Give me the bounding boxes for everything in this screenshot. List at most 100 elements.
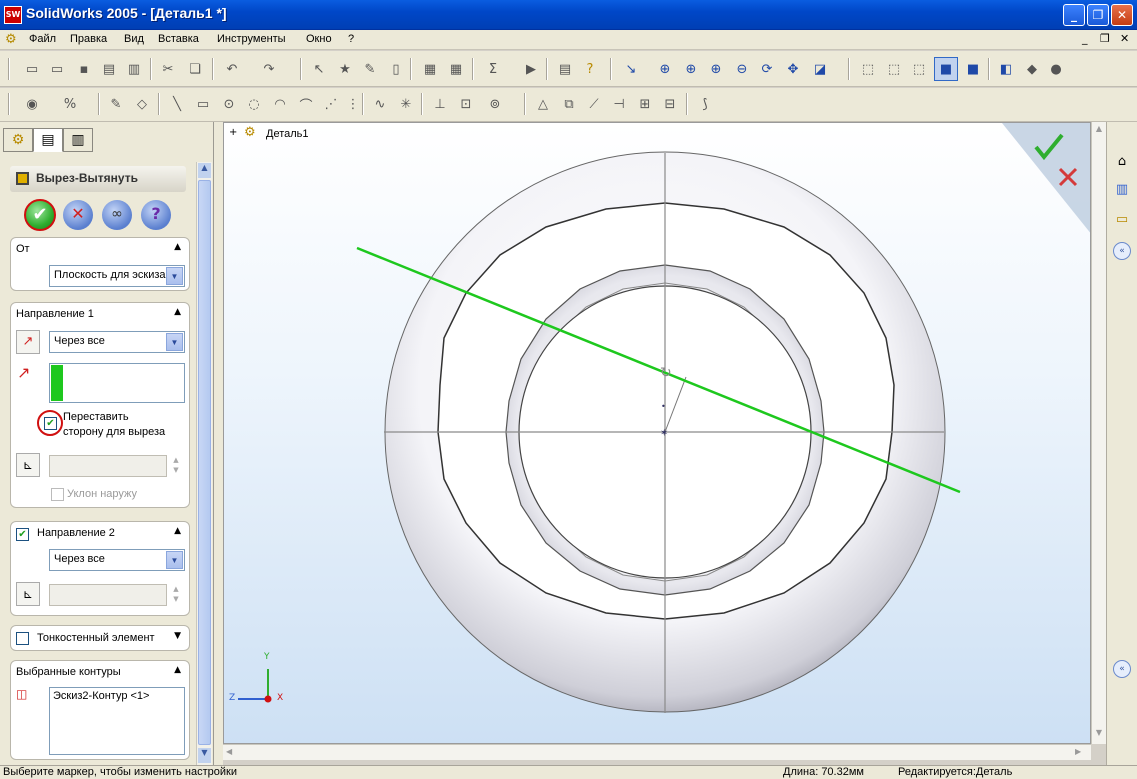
spline-icon[interactable]: ∿	[370, 94, 390, 114]
offset-icon[interactable]: ⧉	[559, 94, 579, 114]
print-icon[interactable]: ▤	[99, 59, 119, 79]
draft-angle-input[interactable]	[49, 455, 167, 477]
rotate-view-icon[interactable]: ⟳	[757, 59, 777, 79]
tab-configuration-manager[interactable]: ▥	[63, 128, 93, 152]
draft2-spinner[interactable]: ▲ ▼	[169, 584, 183, 606]
doc-restore-icon[interactable]: ❐	[1100, 32, 1110, 45]
solidworks-app-icon[interactable]: SW	[4, 6, 22, 24]
trim-icon[interactable]: ⟋	[584, 94, 604, 114]
menu-view[interactable]: Вид	[124, 33, 144, 45]
select-icon[interactable]: ↖	[309, 59, 329, 79]
copy-icon[interactable]: ❏	[185, 59, 205, 79]
folder-icon[interactable]: ▭	[1112, 212, 1132, 232]
chevron-down-icon[interactable]: ▼	[166, 267, 183, 285]
options-icon[interactable]: ▯	[386, 59, 406, 79]
hidden-lines-visible-icon[interactable]: ⬚	[884, 59, 904, 79]
contours-list[interactable]: Эскиз2-Контур <1>	[49, 687, 185, 755]
display-relations-icon[interactable]: ⊡	[456, 94, 476, 114]
properties-icon[interactable]: ▤	[555, 59, 575, 79]
zoom-fit-icon[interactable]: ⊕	[655, 59, 675, 79]
add-relation-icon[interactable]: ⊥	[430, 94, 450, 114]
draft2-angle-input[interactable]	[49, 584, 167, 606]
redo-icon[interactable]: ↷	[259, 59, 279, 79]
viewport-vertical-scrollbar[interactable]: ▲ ▼	[1091, 122, 1106, 744]
pan-icon[interactable]: ✥	[783, 59, 803, 79]
circle-icon[interactable]: ⊙	[219, 94, 239, 114]
shaded-icon[interactable]: ■	[963, 59, 983, 79]
menu-help[interactable]: ?	[348, 33, 354, 45]
menu-tools[interactable]: Инструменты	[217, 33, 286, 45]
hidden-lines-removed-icon[interactable]: ⬚	[909, 59, 929, 79]
collapse-arrow-icon[interactable]: ▲	[174, 526, 181, 536]
grid-icon[interactable]: ▦	[446, 59, 466, 79]
scroll-thumb[interactable]	[198, 180, 211, 745]
scroll-down-icon[interactable]: ▼	[198, 748, 211, 763]
chevron-down-icon[interactable]: ▼	[166, 551, 183, 569]
line-icon[interactable]: ╲	[167, 94, 187, 114]
3d-sketch-icon[interactable]: ◇	[132, 94, 152, 114]
from-select[interactable]: Плоскость для эскиза ▼	[49, 265, 185, 287]
scroll-up-icon[interactable]: ▲	[1093, 124, 1105, 136]
extend-icon[interactable]: ⊣	[609, 94, 629, 114]
scroll-down-icon[interactable]: ▼	[1093, 728, 1105, 740]
previous-view-icon[interactable]: ↘	[621, 59, 641, 79]
help-icon[interactable]: ?	[580, 59, 600, 79]
open-icon[interactable]: ▭	[47, 59, 67, 79]
doc-minimize-icon[interactable]: _	[1082, 32, 1088, 45]
rectangle-icon[interactable]: ▭	[193, 94, 213, 114]
chevron-down-icon[interactable]: ▼	[166, 333, 183, 351]
tab-property-manager[interactable]: ▤	[33, 128, 63, 152]
sketch-icon[interactable]: ✎	[360, 59, 380, 79]
print-preview-icon[interactable]: ▥	[124, 59, 144, 79]
direction-selection-box[interactable]	[49, 363, 185, 403]
tab-feature-manager[interactable]: ⚙	[3, 128, 33, 152]
convert-entities-icon[interactable]: ⟆	[695, 94, 715, 114]
cut-icon[interactable]: ✂	[158, 59, 178, 79]
draft-spinner[interactable]: ▲ ▼	[169, 455, 183, 477]
document-icon[interactable]: ⚙	[5, 32, 17, 47]
help-button[interactable]: ?	[141, 200, 171, 230]
macro-icon[interactable]: ▶	[521, 59, 541, 79]
centerpoint-arc-icon[interactable]: ◌	[244, 94, 264, 114]
splitter[interactable]	[214, 122, 223, 765]
direction2-end-condition-select[interactable]: Через все ▼	[49, 549, 185, 571]
home-icon[interactable]: ⌂	[1112, 154, 1132, 174]
direction2-checkbox[interactable]: ✔	[16, 528, 29, 541]
menu-file[interactable]: Файл	[29, 33, 56, 45]
end-condition-select[interactable]: Через все ▼	[49, 331, 185, 353]
menu-edit[interactable]: Правка	[70, 33, 107, 45]
collapse-arrow-icon[interactable]: ▲	[174, 307, 181, 317]
rebuild-icon[interactable]: ★	[335, 59, 355, 79]
model-view[interactable]: ↻ • ✶	[224, 123, 1090, 743]
circular-pattern-icon[interactable]: ⊟	[660, 94, 680, 114]
contour-list-item[interactable]: Эскиз2-Контур <1>	[50, 688, 184, 704]
fix-icon[interactable]: ⊚	[485, 94, 505, 114]
scroll-right-icon[interactable]: ▶	[1075, 747, 1081, 756]
menu-insert[interactable]: Вставка	[158, 33, 199, 45]
library-icon[interactable]: ▥	[1112, 182, 1132, 202]
new-icon[interactable]: ▭	[22, 59, 42, 79]
cancel-button[interactable]: ✕	[63, 200, 93, 230]
reverse-direction-button[interactable]: ↗	[16, 330, 40, 354]
ok-button[interactable]: ✔	[24, 199, 56, 231]
mirror-icon[interactable]: △	[533, 94, 553, 114]
centerline-icon[interactable]: ⋰	[321, 94, 341, 114]
equation-icon[interactable]: Σ	[483, 59, 503, 79]
thin-feature-checkbox[interactable]	[16, 632, 29, 645]
menu-window[interactable]: Окно	[306, 33, 332, 45]
realview-icon[interactable]: ●	[1046, 59, 1066, 79]
sketch-tool-icon[interactable]: ✎	[106, 94, 126, 114]
panel-scrollbar[interactable]: ▲ ▼	[196, 162, 212, 765]
wireframe-icon[interactable]: ⬚	[858, 59, 878, 79]
scroll-up-icon[interactable]: ▲	[198, 163, 211, 178]
collapse-arrow-icon[interactable]: ▲	[174, 665, 181, 675]
close-button[interactable]: ✕	[1111, 4, 1133, 26]
section-view-icon[interactable]: ◧	[996, 59, 1016, 79]
graphics-area[interactable]: + ⚙ Деталь1 ↻ • ✶ Y Z X	[223, 122, 1091, 744]
draft2-button[interactable]: ⊾	[16, 582, 40, 606]
smart-dimension-icon[interactable]: %	[60, 94, 80, 114]
flip-side-checkbox[interactable]: ✔	[44, 417, 57, 430]
preview-button[interactable]: ∞	[102, 200, 132, 230]
draft-button[interactable]: ⊾	[16, 453, 40, 477]
dotted-line-icon[interactable]: ⋮	[343, 94, 363, 114]
